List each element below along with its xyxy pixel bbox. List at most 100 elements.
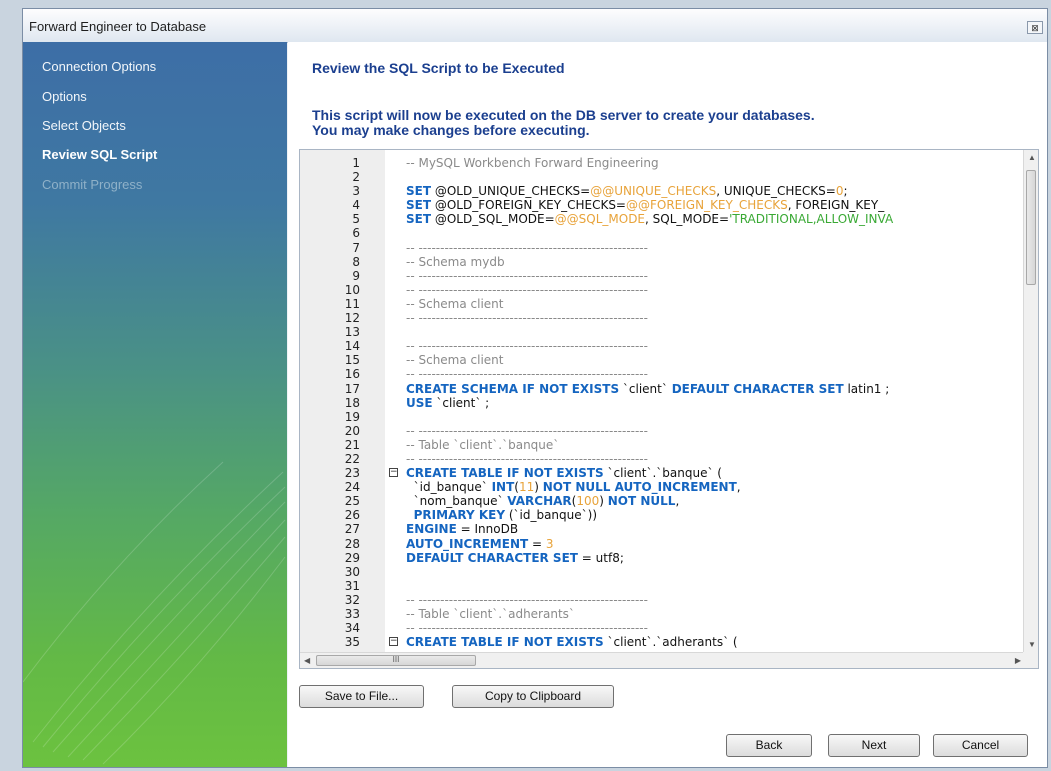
code-line[interactable]: 29 DEFAULT CHARACTER SET = utf8; bbox=[300, 551, 1025, 565]
code-line[interactable]: 24 `id_banque` INT(11) NOT NULL AUTO_INC… bbox=[300, 480, 1025, 494]
scroll-down-icon[interactable]: ▼ bbox=[1028, 640, 1036, 649]
code-line[interactable]: 11 -- Schema client bbox=[300, 297, 1025, 311]
code-line[interactable]: 15 -- Schema client bbox=[300, 353, 1025, 367]
code-line[interactable]: 28 AUTO_INCREMENT = 3 bbox=[300, 537, 1025, 551]
code-text[interactable]: USE `client` ; bbox=[406, 396, 489, 410]
cancel-button[interactable]: Cancel bbox=[933, 734, 1028, 757]
code-line[interactable]: 7 -- ------------------------------------… bbox=[300, 241, 1025, 255]
code-line[interactable]: 2 bbox=[300, 170, 1025, 184]
code-text[interactable]: `nom_banque` VARCHAR(100) NOT NULL, bbox=[406, 494, 680, 508]
code-text[interactable]: -- MySQL Workbench Forward Engineering bbox=[406, 156, 659, 170]
line-number: 9 bbox=[352, 268, 360, 283]
code-line[interactable]: 26 PRIMARY KEY (`id_banque`)) bbox=[300, 508, 1025, 522]
code-line[interactable]: 18 USE `client` ; bbox=[300, 396, 1025, 410]
code-line[interactable]: 5 SET @OLD_SQL_MODE=@@SQL_MODE, SQL_MODE=… bbox=[300, 212, 1025, 226]
code-line[interactable]: 27 ENGINE = InnoDB bbox=[300, 522, 1025, 536]
code-text[interactable]: -- Table `client`.`banque` bbox=[406, 438, 559, 452]
code-text[interactable]: -- -------------------------------------… bbox=[406, 452, 648, 466]
code-line[interactable]: 21 -- Table `client`.`banque` bbox=[300, 438, 1025, 452]
line-number: 33 bbox=[344, 607, 360, 621]
code-line[interactable]: 31 bbox=[300, 579, 1025, 593]
code-line[interactable]: 14 -- -----------------------------------… bbox=[300, 339, 1025, 353]
code-text[interactable]: DEFAULT CHARACTER SET = utf8; bbox=[406, 551, 624, 565]
code-line[interactable]: 23 − CREATE TABLE IF NOT EXISTS `client`.`… bbox=[300, 466, 1025, 480]
code-text[interactable]: -- -------------------------------------… bbox=[406, 621, 648, 635]
code-line[interactable]: 34 -- -----------------------------------… bbox=[300, 621, 1025, 635]
code-text[interactable]: -- Schema client bbox=[406, 353, 504, 367]
fold-toggle-icon[interactable]: − bbox=[389, 468, 398, 478]
code-line[interactable]: 32 -- -----------------------------------… bbox=[300, 593, 1025, 607]
line-number: 21 bbox=[344, 437, 360, 452]
code-line[interactable]: 17 CREATE SCHEMA IF NOT EXISTS `client` D… bbox=[300, 382, 1025, 396]
line-number: 31 bbox=[344, 578, 360, 593]
line-number: 34 bbox=[344, 621, 360, 636]
line-number: 8 bbox=[352, 254, 360, 269]
back-button[interactable]: Back bbox=[726, 734, 812, 757]
vertical-scroll-thumb[interactable] bbox=[1026, 170, 1036, 285]
scroll-up-icon[interactable]: ▲ bbox=[1028, 153, 1036, 162]
code-line[interactable]: 30 bbox=[300, 565, 1025, 579]
code-line[interactable]: 4 SET @OLD_FOREIGN_KEY_CHECKS=@@FOREIGN_K… bbox=[300, 198, 1025, 212]
code-line[interactable]: 20 -- -----------------------------------… bbox=[300, 424, 1025, 438]
code-text[interactable]: CREATE TABLE IF NOT EXISTS `client`.`ban… bbox=[406, 466, 722, 480]
line-number: 6 bbox=[352, 226, 360, 241]
copy-to-clipboard-button[interactable]: Copy to Clipboard bbox=[452, 685, 614, 708]
code-text[interactable]: -- -------------------------------------… bbox=[406, 311, 648, 325]
line-number: 26 bbox=[344, 508, 360, 523]
code-text[interactable]: -- -------------------------------------… bbox=[406, 593, 648, 607]
code-text[interactable]: SET @OLD_SQL_MODE=@@SQL_MODE, SQL_MODE='… bbox=[406, 212, 893, 226]
code-text[interactable]: CREATE TABLE IF NOT EXISTS `client`.`adh… bbox=[406, 635, 738, 649]
code-text[interactable]: -- Schema mydb bbox=[406, 255, 505, 269]
code-line[interactable]: 3 SET @OLD_UNIQUE_CHECKS=@@UNIQUE_CHECKS,… bbox=[300, 184, 1025, 198]
sql-script-editor[interactable]: 1 -- MySQL Workbench Forward Engineering 2… bbox=[299, 149, 1039, 669]
code-line[interactable]: 1 -- MySQL Workbench Forward Engineering bbox=[300, 156, 1025, 170]
vertical-scrollbar[interactable]: ▲ ▼ bbox=[1023, 150, 1038, 652]
line-number: 16 bbox=[344, 367, 360, 382]
code-lines[interactable]: 1 -- MySQL Workbench Forward Engineering 2… bbox=[300, 156, 1025, 649]
code-line[interactable]: 6 bbox=[300, 226, 1025, 240]
scroll-right-icon[interactable]: ▶ bbox=[1015, 656, 1021, 665]
code-text[interactable]: AUTO_INCREMENT = 3 bbox=[406, 537, 554, 551]
line-number: 14 bbox=[344, 339, 360, 354]
line-number: 3 bbox=[352, 184, 360, 199]
horizontal-scroll-thumb[interactable]: III bbox=[316, 655, 476, 666]
code-text[interactable]: SET @OLD_UNIQUE_CHECKS=@@UNIQUE_CHECKS, … bbox=[406, 184, 848, 198]
code-text[interactable]: ENGINE = InnoDB bbox=[406, 522, 518, 536]
next-button[interactable]: Next bbox=[828, 734, 920, 757]
code-line[interactable]: 25 `nom_banque` VARCHAR(100) NOT NULL, bbox=[300, 494, 1025, 508]
code-text[interactable]: -- Schema client bbox=[406, 297, 504, 311]
scrollbar-corner bbox=[1023, 652, 1038, 668]
horizontal-scrollbar[interactable]: ◀ III ▶ bbox=[300, 652, 1025, 668]
code-text[interactable]: -- -------------------------------------… bbox=[406, 367, 648, 381]
line-number: 19 bbox=[344, 409, 360, 424]
code-line[interactable]: 8 -- Schema mydb bbox=[300, 255, 1025, 269]
code-line[interactable]: 35 − CREATE TABLE IF NOT EXISTS `client`.`… bbox=[300, 635, 1025, 649]
code-text[interactable]: -- -------------------------------------… bbox=[406, 269, 648, 283]
code-text[interactable]: SET @OLD_FOREIGN_KEY_CHECKS=@@FOREIGN_KE… bbox=[406, 198, 884, 212]
code-text[interactable]: -- -------------------------------------… bbox=[406, 424, 648, 438]
code-line[interactable]: 12 -- -----------------------------------… bbox=[300, 311, 1025, 325]
code-text[interactable]: -- -------------------------------------… bbox=[406, 339, 648, 353]
save-to-file-button[interactable]: Save to File... bbox=[299, 685, 424, 708]
code-line[interactable]: 13 bbox=[300, 325, 1025, 339]
code-line[interactable]: 19 bbox=[300, 410, 1025, 424]
step-select-objects: Select Objects bbox=[42, 118, 126, 133]
code-line[interactable]: 33 -- Table `client`.`adherants` bbox=[300, 607, 1025, 621]
code-line[interactable]: 10 -- -----------------------------------… bbox=[300, 283, 1025, 297]
code-line[interactable]: 16 -- -----------------------------------… bbox=[300, 367, 1025, 381]
fold-toggle-icon[interactable]: − bbox=[389, 637, 398, 647]
code-line[interactable]: 9 -- ------------------------------------… bbox=[300, 269, 1025, 283]
line-number: 18 bbox=[344, 395, 360, 410]
main-panel: Review the SQL Script to be Executed Thi… bbox=[288, 42, 1047, 767]
page-description: This script will now be executed on the … bbox=[312, 108, 815, 138]
scroll-left-icon[interactable]: ◀ bbox=[304, 656, 310, 665]
code-text[interactable]: -- Table `client`.`adherants` bbox=[406, 607, 575, 621]
close-button[interactable]: ⊠ bbox=[1027, 21, 1043, 34]
code-text[interactable]: CREATE SCHEMA IF NOT EXISTS `client` DEF… bbox=[406, 382, 889, 396]
code-text[interactable]: -- -------------------------------------… bbox=[406, 283, 648, 297]
code-text[interactable]: `id_banque` INT(11) NOT NULL AUTO_INCREM… bbox=[406, 480, 741, 494]
code-line[interactable]: 22 -- -----------------------------------… bbox=[300, 452, 1025, 466]
code-text[interactable]: PRIMARY KEY (`id_banque`)) bbox=[406, 508, 597, 522]
code-text[interactable]: -- -------------------------------------… bbox=[406, 241, 648, 255]
line-number: 7 bbox=[352, 240, 360, 255]
